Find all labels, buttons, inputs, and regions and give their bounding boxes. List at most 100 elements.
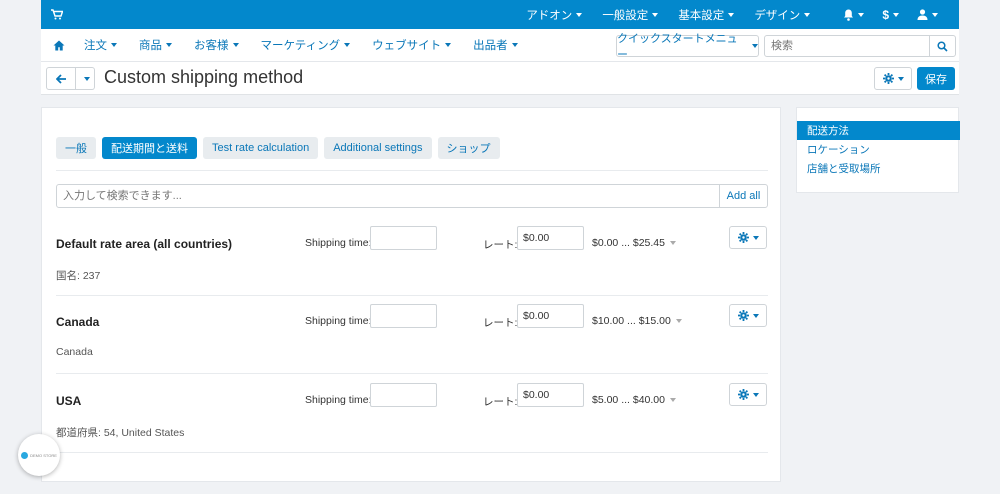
top-menu-basic-settings[interactable]: 基本設定	[668, 0, 744, 29]
rate-label: レート:	[483, 239, 518, 251]
nav-vendors[interactable]: 出品者	[462, 37, 529, 53]
rate-input[interactable]: $0.00	[517, 304, 584, 328]
gear-icon	[737, 232, 749, 243]
history-dropdown-button[interactable]	[76, 67, 95, 90]
rate-area-search-input[interactable]	[57, 185, 719, 207]
chevron-down-icon	[111, 43, 117, 47]
chevron-down-icon	[84, 76, 90, 81]
rate-area-row: Canada Canada Shipping time: レート: $0.00 …	[56, 303, 768, 381]
rate-range-dropdown[interactable]: $10.00 ... $15.00	[592, 315, 682, 327]
nav-orders[interactable]: 注文	[73, 37, 128, 53]
nav-products[interactable]: 商品	[128, 37, 183, 53]
nav-marketing[interactable]: マーケティング	[250, 37, 362, 53]
top-menu-design[interactable]: デザイン	[744, 0, 820, 29]
sidebar: 配送方法 ロケーション 店舗と受取場所	[796, 107, 960, 193]
chevron-down-icon	[166, 43, 172, 47]
shipping-time-label: Shipping time:	[305, 315, 372, 327]
tab-test-rate-calculation[interactable]: Test rate calculation	[203, 137, 319, 159]
rate-range-text: $5.00 ... $40.00	[592, 394, 665, 406]
rate-area-settings-button[interactable]	[729, 383, 767, 406]
rate-area-subtitle: 都道府県: 54, United States	[56, 427, 185, 439]
gear-icon	[737, 310, 749, 321]
sidebar-item-shipping-methods[interactable]: 配送方法	[797, 121, 960, 140]
divider	[56, 170, 768, 171]
top-bar: アドオン 一般設定 基本設定 デザイン $	[41, 0, 959, 29]
demo-store-badge[interactable]: DEMO STORE	[18, 434, 60, 476]
tabs: 一般 配送期間と送料 Test rate calculation Additio…	[56, 137, 500, 159]
chevron-down-icon	[232, 43, 239, 47]
back-button[interactable]	[46, 67, 76, 90]
chevron-down-icon	[669, 241, 676, 245]
badge-text: DEMO STORE	[30, 452, 57, 458]
user-icon	[917, 9, 928, 20]
rate-label: レート:	[483, 396, 518, 408]
nav-website[interactable]: ウェブサイト	[361, 37, 462, 53]
chevron-down-icon	[752, 313, 759, 318]
add-rate-area-row: Add all	[56, 184, 768, 208]
tab-shop[interactable]: ショップ	[437, 137, 500, 159]
sidebar-item-stores-pickup[interactable]: 店舗と受取場所	[797, 159, 960, 178]
nav-customers[interactable]: お客様	[183, 37, 250, 53]
search-button[interactable]	[929, 36, 955, 56]
rate-area-settings-button[interactable]	[729, 304, 767, 327]
search-box	[764, 35, 956, 57]
user-menu[interactable]	[908, 0, 947, 29]
tab-delivery-time-and-rates[interactable]: 配送期間と送料	[102, 137, 197, 159]
notifications-menu[interactable]	[834, 0, 873, 29]
rate-area-row: Default rate area (all countries) 国名: 23…	[56, 225, 768, 303]
arrow-left-icon	[55, 73, 66, 84]
save-button[interactable]: 保存	[917, 67, 955, 90]
back-button-group	[46, 67, 95, 90]
rate-area-row: USA 都道府県: 54, United States Shipping tim…	[56, 382, 768, 460]
add-all-button[interactable]: Add all	[719, 185, 767, 207]
chevron-down-icon	[752, 235, 759, 240]
rate-area-subtitle: 国名: 237	[56, 270, 101, 282]
title-bar: Custom shipping method 保存	[41, 62, 959, 95]
rate-area-name: USA	[56, 394, 82, 408]
currency-menu[interactable]: $	[873, 0, 908, 29]
rate-range-text: $0.00 ... $25.45	[592, 237, 665, 249]
logo-icon	[21, 451, 29, 459]
rate-range-dropdown[interactable]: $5.00 ... $40.00	[592, 394, 676, 406]
chevron-down-icon	[344, 43, 351, 47]
gear-icon	[737, 389, 749, 400]
chevron-down-icon	[893, 12, 899, 17]
divider	[56, 373, 768, 374]
rate-area-name: Default rate area (all countries)	[56, 237, 233, 251]
chevron-down-icon	[728, 12, 735, 17]
chevron-down-icon	[669, 398, 676, 402]
top-menu-general-settings[interactable]: 一般設定	[592, 0, 668, 29]
home-icon[interactable]	[53, 39, 65, 51]
shipping-time-input[interactable]	[370, 383, 437, 407]
chevron-down-icon	[858, 12, 865, 17]
chevron-down-icon	[652, 12, 659, 17]
shipping-time-input[interactable]	[370, 304, 437, 328]
chevron-down-icon	[752, 44, 758, 48]
rate-label: レート:	[483, 317, 518, 329]
rate-area-settings-button[interactable]	[729, 226, 767, 249]
quickstart-menu-button[interactable]: クイックスタートメニュー	[616, 33, 759, 61]
divider	[56, 452, 768, 453]
page-settings-button[interactable]	[874, 67, 912, 90]
rate-area-name: Canada	[56, 315, 100, 329]
tab-additional-settings[interactable]: Additional settings	[324, 137, 432, 159]
gear-icon	[882, 73, 894, 84]
shipping-time-label: Shipping time:	[305, 237, 372, 249]
top-menu-addons[interactable]: アドオン	[516, 0, 592, 29]
chevron-down-icon	[897, 76, 904, 81]
tab-general[interactable]: 一般	[56, 137, 96, 159]
chevron-down-icon	[576, 12, 583, 17]
rate-input[interactable]: $0.00	[517, 226, 584, 250]
bell-icon	[844, 9, 854, 21]
sidebar-item-locations[interactable]: ロケーション	[797, 140, 960, 159]
search-input[interactable]	[765, 36, 929, 56]
rate-input[interactable]: $0.00	[517, 383, 584, 407]
chevron-down-icon	[445, 43, 452, 47]
main-nav: 注文 商品 お客様 マーケティング ウェブサイト 出品者 クイックスタートメニュ…	[41, 29, 959, 62]
cart-icon[interactable]	[51, 8, 65, 22]
shipping-time-input[interactable]	[370, 226, 437, 250]
rate-range-dropdown[interactable]: $0.00 ... $25.45	[592, 237, 676, 249]
chevron-down-icon	[932, 12, 938, 17]
main-panel: 一般 配送期間と送料 Test rate calculation Additio…	[41, 107, 781, 482]
rate-area-subtitle: Canada	[56, 346, 93, 358]
